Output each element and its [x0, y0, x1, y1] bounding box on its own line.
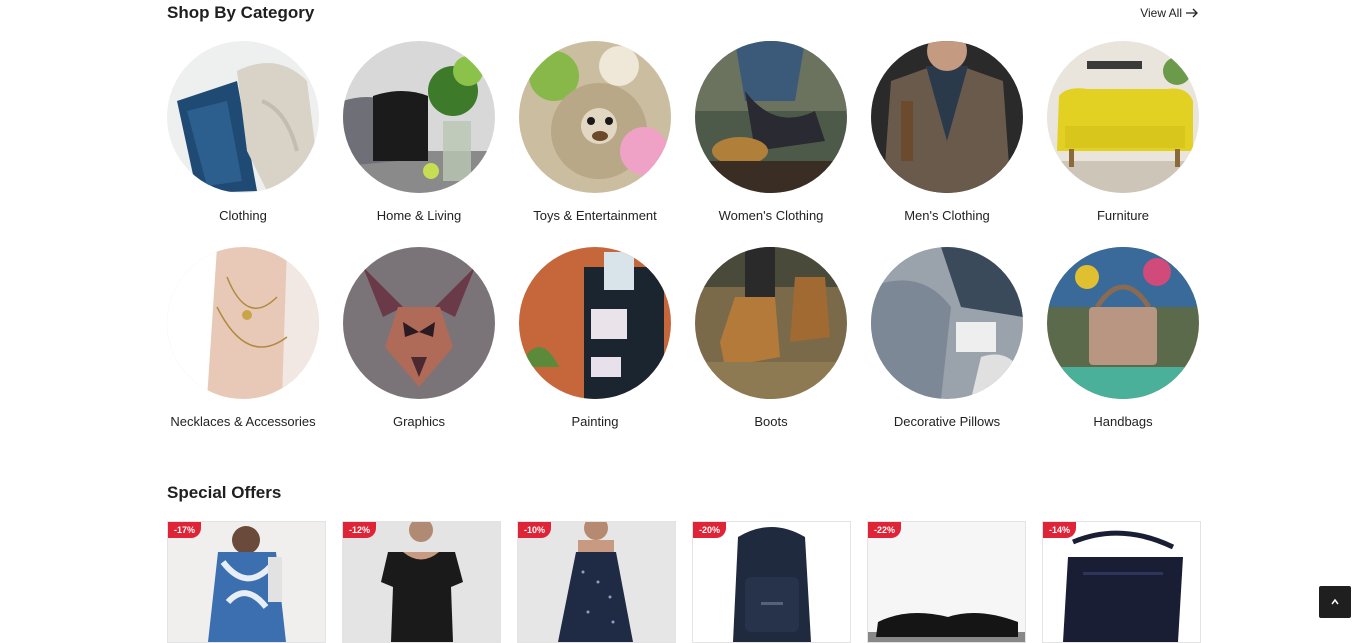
product-card[interactable]: -22% — [867, 521, 1026, 643]
category-graphics[interactable]: Graphics — [343, 247, 495, 431]
category-toys-entertainment[interactable]: Toys & Entertainment — [519, 41, 671, 225]
discount-badge: -22% — [868, 522, 902, 538]
discount-badge: -10% — [518, 522, 552, 538]
category-label: Women's Clothing — [718, 208, 824, 223]
category-mens-clothing[interactable]: Men's Clothing — [871, 41, 1023, 225]
category-image — [1047, 247, 1199, 399]
category-handbags[interactable]: Handbags — [1047, 247, 1199, 431]
category-image — [343, 247, 495, 399]
discount-badge: -12% — [343, 522, 377, 538]
special-offers-title: Special Offers — [167, 483, 282, 502]
category-label: Graphics — [392, 414, 446, 429]
category-section-header: Shop By Category View All — [167, 0, 1199, 30]
category-image — [871, 247, 1023, 399]
product-card[interactable]: -20% — [692, 521, 851, 643]
category-image — [519, 247, 671, 399]
category-label: Painting — [571, 414, 619, 429]
product-image — [168, 522, 325, 642]
category-necklaces-accessories[interactable]: Necklaces & Accessories — [167, 247, 319, 431]
arrow-right-icon — [1186, 8, 1198, 18]
category-image — [519, 41, 671, 193]
category-label: Home & Living — [376, 208, 462, 223]
category-image — [167, 247, 319, 399]
product-card[interactable]: -17% — [167, 521, 326, 643]
category-label: Men's Clothing — [904, 208, 990, 223]
product-card[interactable]: -12% — [342, 521, 501, 643]
product-image — [343, 522, 500, 642]
main-container: Shop By Category View All Clothing Home … — [167, 0, 1201, 643]
category-label: Toys & Entertainment — [533, 208, 657, 223]
category-image — [695, 247, 847, 399]
category-painting[interactable]: Painting — [519, 247, 671, 431]
category-womens-clothing[interactable]: Women's Clothing — [695, 41, 847, 225]
category-section-title: Shop By Category — [167, 3, 315, 22]
discount-badge: -17% — [168, 522, 202, 538]
discount-badge: -20% — [693, 522, 727, 538]
category-image — [1047, 41, 1199, 193]
category-label: Boots — [754, 414, 788, 429]
scroll-to-top-button[interactable] — [1319, 586, 1351, 618]
category-home-living[interactable]: Home & Living — [343, 41, 495, 225]
category-decorative-pillows[interactable]: Decorative Pillows — [871, 247, 1023, 431]
category-image — [343, 41, 495, 193]
product-card[interactable]: -14% — [1042, 521, 1201, 643]
product-image — [1043, 522, 1200, 642]
category-label: Furniture — [1096, 208, 1150, 223]
category-image — [871, 41, 1023, 193]
discount-badge: -14% — [1043, 522, 1077, 538]
category-grid: Clothing Home & Living Toys & Entertainm… — [167, 41, 1199, 431]
category-label: Clothing — [219, 208, 267, 223]
view-all-link[interactable]: View All — [1140, 6, 1199, 20]
category-label: Necklaces & Accessories — [170, 414, 316, 429]
category-label: Decorative Pillows — [893, 414, 1001, 429]
category-label: Handbags — [1093, 414, 1153, 429]
product-card[interactable]: -10% — [517, 521, 676, 643]
category-image — [695, 41, 847, 193]
category-image — [167, 41, 319, 193]
chevron-up-icon — [1331, 598, 1339, 605]
category-boots[interactable]: Boots — [695, 247, 847, 431]
category-clothing[interactable]: Clothing — [167, 41, 319, 225]
view-all-label: View All — [1140, 6, 1182, 20]
category-furniture[interactable]: Furniture — [1047, 41, 1199, 225]
special-offers-grid: -17% -12% -10% -20% -22% -14% — [167, 521, 1201, 643]
product-image — [518, 522, 675, 642]
product-image — [693, 522, 850, 642]
product-image — [868, 522, 1025, 642]
